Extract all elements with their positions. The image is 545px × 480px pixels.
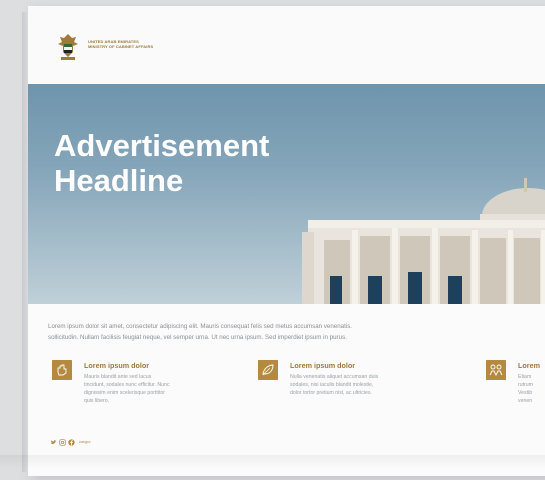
feature-desc-line: dolor tortor pretium nisl, ac ultricies. [290, 390, 372, 396]
feature-title: Lorem ipsum dolor [84, 361, 150, 370]
hand-icon [52, 360, 72, 380]
feature-desc-line: dignissim enim scelerisque porttitor [84, 390, 166, 396]
social-links: uaegov [50, 438, 90, 446]
leaf-icon [258, 360, 278, 380]
instagram-icon[interactable] [59, 438, 66, 446]
feature-title: Lorem [518, 361, 540, 370]
feature-desc-line: tincidunt, sodales nunc efficitur. Nunc [84, 382, 170, 388]
feature-desc-line: Nulla venenatis aliquet accumsan duis [290, 374, 379, 380]
feature-desc-line: venen [518, 398, 533, 404]
header-bar: UNITED ARAB EMIRATES MINISTRY OF CABINET… [28, 6, 545, 84]
floor-shadow [0, 455, 545, 469]
twitter-icon[interactable] [50, 439, 57, 446]
feature-description: Etiam rutrum Vestib venen [518, 373, 533, 405]
social-handle[interactable]: uaegov [79, 440, 90, 444]
hero-banner: Advertisement Headline [28, 84, 545, 304]
feature-desc-line: Etiam [518, 374, 532, 380]
ministry-line-2: MINISTRY OF CABINET AFFAIRS [88, 44, 154, 49]
feature-desc-line: sodales, nisi iaculis blandit molestie, [290, 382, 374, 388]
feature-desc-line: rutrum [518, 382, 533, 388]
facebook-icon[interactable] [68, 438, 75, 446]
feature-title: Lorem ipsum dolor [290, 361, 356, 370]
feature-desc-line: Vestib [518, 390, 533, 396]
feature-desc-line: quis libero. [84, 398, 110, 404]
feature-description: Mauris blandit ante sed lacus tincidunt,… [84, 373, 170, 405]
intro-line-1: Lorem ipsum dolor sit amet, consectetur … [48, 323, 353, 330]
uae-emblem-icon [58, 34, 78, 60]
ministry-name: UNITED ARAB EMIRATES MINISTRY OF CABINET… [88, 39, 153, 49]
people-icon [486, 360, 506, 380]
feature-description: Nulla venenatis aliquet accumsan duis so… [290, 373, 378, 397]
intro-line-2: sollicitudin. Nullam facilisis feugiat n… [48, 334, 347, 341]
headline-line-1: Advertisement [54, 128, 270, 163]
feature-desc-line: Mauris blandit ante sed lacus [84, 374, 152, 380]
intro-paragraph: Lorem ipsum dolor sit amet, consectetur … [48, 321, 545, 343]
poster-page: UNITED ARAB EMIRATES MINISTRY OF CABINET… [28, 6, 545, 476]
palace-building-image [302, 178, 545, 304]
